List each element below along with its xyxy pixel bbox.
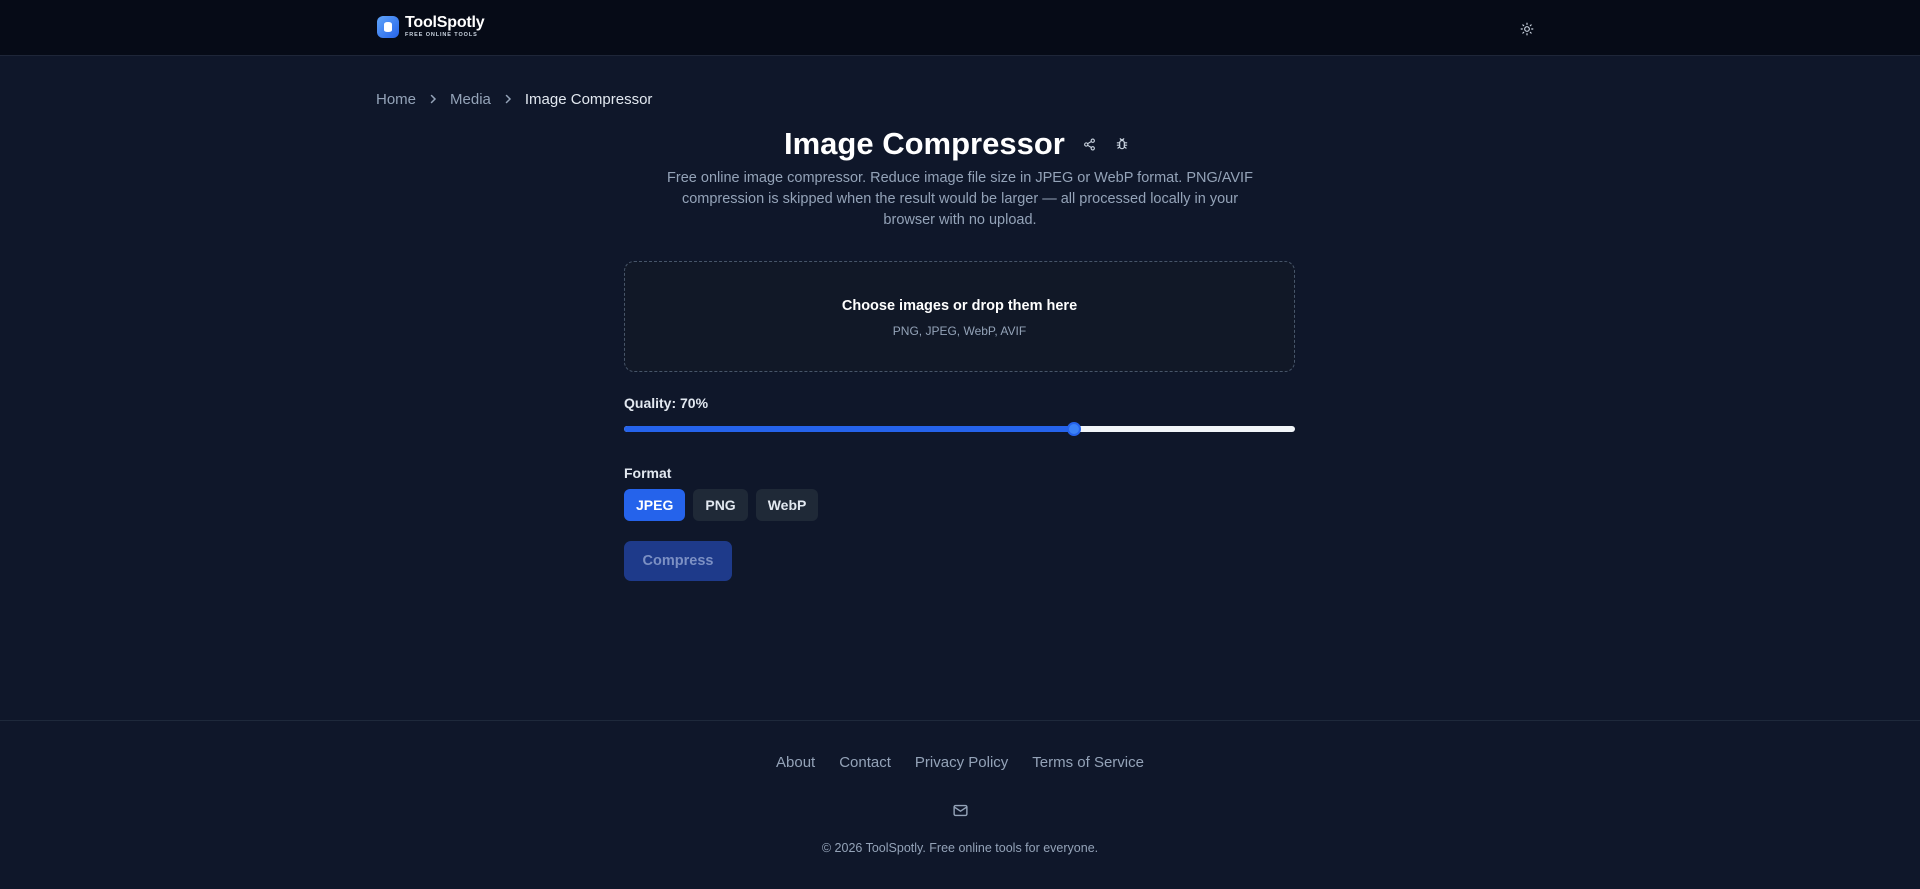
page-title: Image Compressor (784, 126, 1065, 161)
copyright-text: © 2026 ToolSpotly. Free online tools for… (821, 841, 1099, 855)
title-row: Image Compressor (0, 122, 1920, 166)
breadcrumb-home[interactable]: Home (376, 91, 416, 108)
chevron-right-icon (428, 94, 438, 104)
breadcrumb-media[interactable]: Media (450, 91, 491, 108)
logo-text: ToolSpotly FREE ONLINE TOOLS (405, 14, 485, 39)
footer-link-terms[interactable]: Terms of Service (1032, 754, 1144, 771)
footer-mail-link[interactable] (950, 800, 970, 820)
logo-tagline: FREE ONLINE TOOLS (405, 32, 478, 39)
quality-label: Quality: 70% (624, 395, 709, 411)
bug-icon (1116, 138, 1128, 150)
compress-button[interactable]: Compress (624, 541, 732, 581)
chevron-right-icon (503, 94, 513, 104)
format-options: JPEG PNG WebP (624, 489, 819, 521)
page-description: Free online image compressor. Reduce ima… (667, 170, 1253, 228)
dropzone-title: Choose images or drop them here (841, 298, 1078, 314)
share-icon (1083, 138, 1095, 150)
site-footer: About Contact Privacy Policy Terms of Se… (0, 720, 1920, 889)
mail-icon (952, 804, 968, 816)
breadcrumb-current: Image Compressor (524, 90, 653, 108)
report-bug-button[interactable] (1111, 133, 1133, 155)
footer-links: About Contact Privacy Policy Terms of Se… (0, 754, 1920, 771)
image-dropzone[interactable]: Choose images or drop them here PNG, JPE… (624, 261, 1295, 372)
toolspotly-logo-icon (377, 16, 399, 38)
format-option-webp[interactable]: WebP (755, 489, 819, 521)
top-header: ToolSpotly FREE ONLINE TOOLS (0, 0, 1920, 56)
format-option-jpeg[interactable]: JPEG (624, 489, 686, 521)
quality-slider[interactable] (624, 422, 1295, 436)
format-label: Format (624, 465, 672, 481)
format-option-png[interactable]: PNG (693, 489, 748, 521)
logo-name: ToolSpotly (405, 14, 485, 32)
footer-link-contact[interactable]: Contact (839, 754, 891, 771)
share-button[interactable] (1078, 133, 1100, 155)
slider-fill (624, 426, 1074, 432)
site-logo-link[interactable]: ToolSpotly FREE ONLINE TOOLS (377, 14, 485, 40)
breadcrumb: Home Media Image Compressor (376, 89, 652, 109)
footer-link-privacy[interactable]: Privacy Policy (915, 754, 1008, 771)
footer-link-about[interactable]: About (776, 754, 815, 771)
dropzone-formats: PNG, JPEG, WebP, AVIF (892, 324, 1027, 338)
theme-toggle-button[interactable] (1515, 17, 1539, 41)
sun-icon (1520, 22, 1534, 36)
slider-thumb[interactable] (1067, 422, 1081, 436)
